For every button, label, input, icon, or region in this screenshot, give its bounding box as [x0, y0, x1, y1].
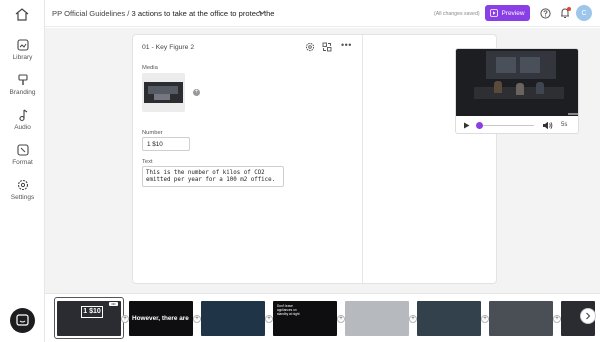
timeline-scene-6[interactable] — [417, 301, 481, 336]
breadcrumb-root[interactable]: PP Official Guidelines — [52, 9, 125, 18]
chat-button[interactable] — [10, 308, 35, 333]
scene-editor-panel: 01 - Key Figure 2 ••• Media + Number 1 $… — [132, 34, 579, 284]
duration-label: 5s — [561, 122, 568, 128]
add-scene-button[interactable]: + — [481, 315, 489, 323]
scene-more-icon[interactable]: ••• — [109, 302, 118, 306]
sidebar-item-label: Branding — [9, 89, 36, 96]
add-scene-button[interactable]: + — [409, 315, 417, 323]
sidebar-item-audio[interactable]: Audio — [0, 108, 45, 131]
panel-divider — [362, 35, 363, 283]
player-controls: 5s — [456, 116, 578, 133]
media-label: Media — [142, 65, 158, 71]
sidebar: Library Branding Audio Format Settings — [0, 0, 45, 342]
avatar[interactable]: C — [576, 5, 592, 21]
timeline-next-button[interactable] — [580, 308, 596, 324]
media-image — [144, 82, 183, 103]
format-icon — [16, 144, 29, 156]
sidebar-item-format[interactable]: Format — [0, 143, 45, 166]
scene-text: However, there are — [132, 315, 189, 322]
media-thumbnail[interactable] — [142, 73, 185, 112]
text-label: Text — [142, 159, 153, 165]
chat-icon — [16, 314, 29, 326]
more-options-icon[interactable]: ••• — [341, 40, 352, 50]
notification-dot — [567, 7, 571, 11]
preview-button-label: Preview — [501, 9, 525, 17]
timeline-scene-1[interactable]: 1 $10 ••• — [57, 301, 121, 336]
save-status: (All changes saved) — [434, 11, 480, 17]
scene-number-preview: 1 $10 — [81, 306, 103, 318]
scene-title: 01 - Key Figure 2 — [142, 44, 195, 51]
timeline-scene-4[interactable]: Don't leave appliances on standby at nig… — [273, 301, 337, 336]
timeline-scene-5[interactable] — [345, 301, 409, 336]
add-scene-button[interactable]: + — [265, 315, 273, 323]
add-scene-button[interactable]: + — [121, 315, 129, 323]
breadcrumb: PP Official Guidelines / 3 actions to ta… — [52, 9, 275, 18]
gear-icon — [17, 179, 28, 191]
play-icon[interactable] — [463, 122, 470, 129]
chevron-down-icon[interactable] — [258, 10, 266, 16]
sidebar-item-label: Settings — [10, 194, 35, 201]
sidebar-item-branding[interactable]: Branding — [0, 73, 45, 96]
add-media-icon[interactable]: + — [193, 89, 200, 96]
gear-icon[interactable] — [305, 42, 315, 52]
number-label: Number — [142, 130, 163, 136]
progress-track[interactable] — [478, 125, 534, 126]
timeline-scene-3[interactable] — [201, 301, 265, 336]
progress-handle[interactable] — [476, 122, 483, 129]
video-frame[interactable] — [456, 49, 578, 116]
play-icon — [490, 9, 499, 17]
timeline-scene-7[interactable] — [489, 301, 553, 336]
sidebar-item-library[interactable]: Library — [0, 38, 45, 61]
timeline-scene-2[interactable]: However, there are — [129, 301, 193, 336]
scene-caption: Don't leave appliances on standby at nig… — [277, 304, 300, 316]
top-bar: PP Official Guidelines / 3 actions to ta… — [45, 0, 600, 27]
text-input[interactable]: This is the number of kilos of CO2 emitt… — [142, 166, 284, 187]
audio-icon — [18, 109, 27, 122]
add-scene-button[interactable]: + — [553, 315, 561, 323]
volume-icon[interactable] — [542, 121, 553, 130]
breadcrumb-separator: / — [127, 9, 130, 18]
add-scene-button[interactable]: + — [337, 315, 345, 323]
scene-timeline: 1 $10 ••• + However, there are + + Don't… — [45, 293, 600, 342]
sidebar-item-settings[interactable]: Settings — [0, 178, 45, 201]
number-input[interactable]: 1 $10 — [142, 137, 190, 151]
swap-layout-icon[interactable] — [322, 42, 332, 52]
video-preview: 5s — [455, 48, 579, 134]
help-icon[interactable] — [540, 8, 551, 19]
chevron-right-icon — [586, 312, 591, 320]
branding-icon — [17, 74, 28, 85]
sidebar-item-label: Format — [12, 159, 33, 166]
preview-button[interactable]: Preview — [485, 5, 530, 21]
project-title[interactable]: 3 actions to take at the office to prote… — [132, 9, 275, 18]
home-icon[interactable] — [14, 7, 30, 21]
sidebar-item-label: Audio — [14, 124, 31, 131]
add-scene-button[interactable]: + — [193, 315, 201, 323]
workspace: 01 - Key Figure 2 ••• Media + Number 1 $… — [45, 28, 600, 293]
library-icon — [16, 39, 29, 51]
sidebar-item-label: Library — [12, 54, 33, 61]
